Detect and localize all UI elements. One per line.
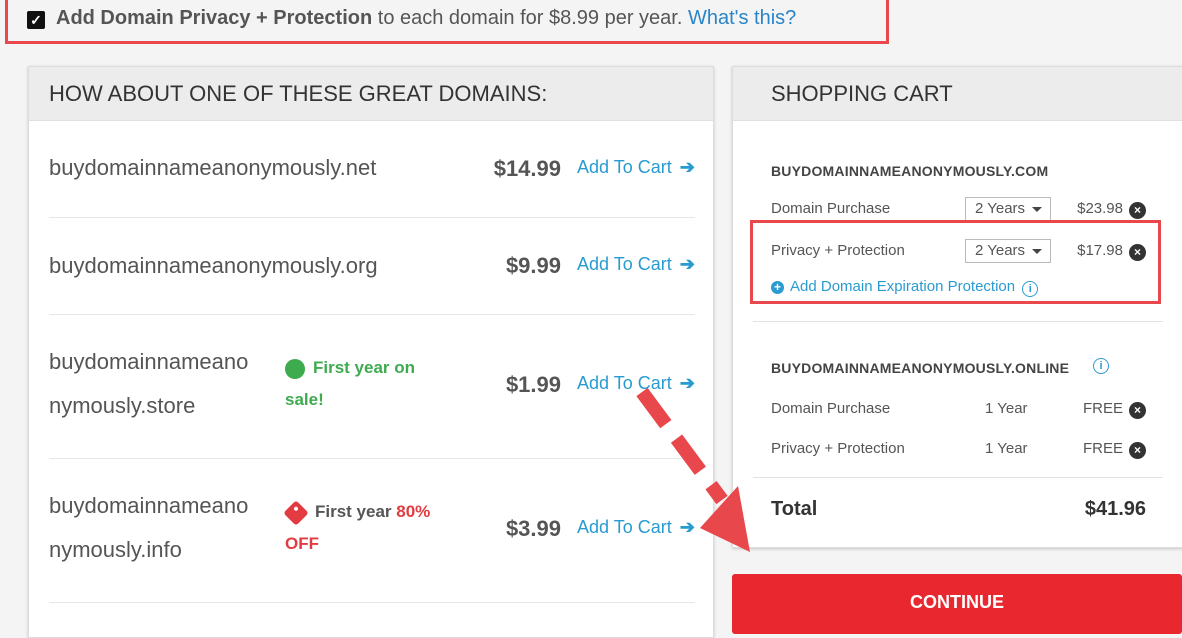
add-to-cart-button[interactable]: Add To Cart ➔ — [577, 254, 695, 275]
suggestion-domain-line1: buydomainnameano — [49, 349, 249, 374]
cart-line-label: Domain Purchase — [771, 400, 891, 417]
suggestion-row: buydomainnameanonymously.net $14.99 Add … — [49, 120, 695, 218]
suggestion-domain-line2: nymously.info — [49, 537, 182, 562]
suggestion-price: $14.99 — [493, 156, 561, 181]
arrow-right-icon: ➔ — [679, 254, 695, 274]
suggestion-domain-name: buydomainnameanonymously.org — [49, 253, 378, 278]
suggestions-header: HOW ABOUT ONE OF THESE GREAT DOMAINS: — [29, 67, 713, 121]
add-to-cart-button[interactable]: Add To Cart ➔ — [577, 517, 695, 538]
discount-promo: First year 80% OFF — [283, 496, 431, 560]
sale-badge-icon — [285, 358, 305, 379]
suggestion-price: $9.99 — [505, 253, 561, 278]
remove-item-icon[interactable]: × — [1129, 442, 1146, 459]
suggestion-domain-name: buydomainnameano nymously.store — [49, 340, 248, 428]
add-to-cart-label: Add To Cart — [577, 157, 672, 177]
cart-header: SHOPPING CART — [733, 67, 1182, 121]
cart-line-price: $23.98 — [1077, 200, 1123, 217]
promo-line1: First year on — [313, 358, 416, 377]
suggestion-price: $3.99 — [505, 516, 561, 541]
privacy-option-detail: to each domain for $8.99 per year. — [372, 7, 688, 29]
cart-line-term: 1 Year — [985, 400, 1028, 417]
privacy-checkbox[interactable]: ✓ — [27, 11, 45, 29]
cart-line-label: Privacy + Protection — [771, 440, 905, 457]
privacy-option-text: Add Domain Privacy + Protection to each … — [56, 7, 796, 30]
add-to-cart-label: Add To Cart — [577, 254, 672, 274]
arrow-right-icon: ➔ — [679, 157, 695, 177]
add-to-cart-label: Add To Cart — [577, 517, 672, 537]
shopping-cart-panel: SHOPPING CART BUYDOMAINNAMEANONYMOUSLY.C… — [732, 66, 1182, 548]
suggestion-row: buydomainnameano nymously.store First ye… — [49, 314, 695, 459]
suggestion-row: buydomainnameanonymously.org $9.99 Add T… — [49, 217, 695, 315]
remove-item-icon[interactable]: × — [1129, 402, 1146, 419]
divider — [753, 477, 1163, 478]
term-select-value: 2 Years — [975, 200, 1026, 217]
remove-item-icon[interactable]: × — [1129, 202, 1146, 219]
cart-privacy-highlight-box — [750, 220, 1161, 304]
suggestion-domain-name: buydomainnameanonymously.net — [49, 155, 377, 180]
arrow-right-icon: ➔ — [679, 517, 695, 537]
divider — [753, 321, 1163, 322]
add-to-cart-button[interactable]: Add To Cart ➔ — [577, 157, 695, 178]
price-tag-icon — [283, 499, 309, 526]
suggestion-row: buydomainnameano nymously.info First yea… — [49, 458, 695, 603]
suggestions-title: HOW ABOUT ONE OF THESE GREAT DOMAINS: — [49, 81, 548, 106]
cart-domain-name: BUYDOMAINNAMEANONYMOUSLY.ONLINE — [771, 360, 1070, 376]
suggestion-domain-name: buydomainnameano nymously.info — [49, 484, 248, 572]
privacy-option-title: Add Domain Privacy + Protection — [56, 7, 373, 29]
cart-line-term: 1 Year — [985, 440, 1028, 457]
cart-domain-name: BUYDOMAINNAMEANONYMOUSLY.COM — [771, 163, 1049, 179]
promo-line2: OFF — [285, 534, 319, 553]
add-to-cart-button[interactable]: Add To Cart ➔ — [577, 373, 695, 394]
cart-line-price: FREE — [1082, 440, 1123, 457]
suggestion-domain-line1: buydomainnameano — [49, 493, 249, 518]
term-select[interactable]: 2 Years — [965, 197, 1051, 221]
promo-percent: 80% — [396, 502, 431, 521]
cart-line-label: Domain Purchase — [771, 200, 891, 217]
total-value: $41.96 — [1084, 498, 1146, 520]
cart-title: SHOPPING CART — [771, 81, 953, 106]
sale-promo: First year on sale! — [285, 352, 415, 416]
continue-button[interactable]: CONTINUE — [732, 574, 1182, 634]
add-to-cart-label: Add To Cart — [577, 373, 672, 393]
cart-line-price: FREE — [1082, 400, 1123, 417]
whats-this-link[interactable]: What's this? — [688, 7, 796, 29]
chevron-down-icon — [1032, 207, 1042, 212]
promo-line2: sale! — [285, 390, 324, 409]
total-label: Total — [771, 498, 818, 520]
suggestion-domain-line2: nymously.store — [49, 393, 196, 418]
info-icon[interactable]: i — [1093, 358, 1109, 374]
suggestion-price: $1.99 — [505, 372, 561, 397]
domain-suggestions-panel: HOW ABOUT ONE OF THESE GREAT DOMAINS: bu… — [28, 66, 714, 638]
promo-prefix: First year — [315, 502, 397, 521]
arrow-right-icon: ➔ — [679, 373, 695, 393]
